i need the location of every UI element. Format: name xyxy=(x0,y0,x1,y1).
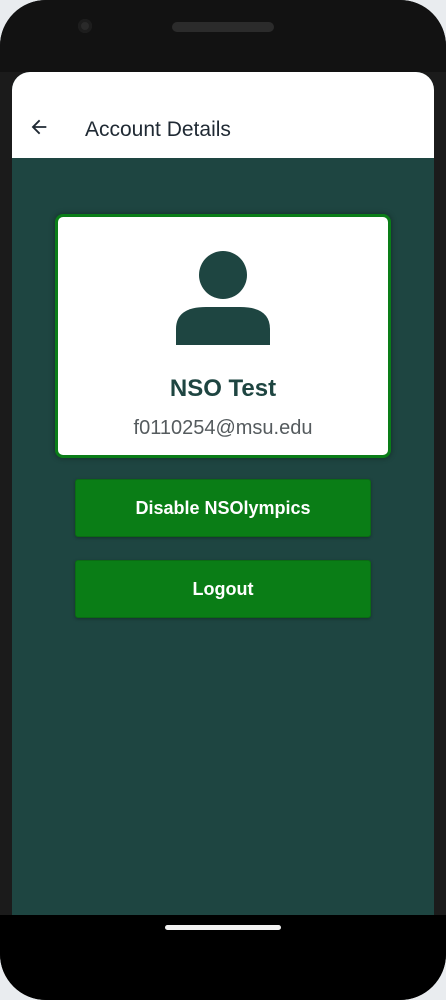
app-screen: Account Details NSO Test f0110254@msu.ed… xyxy=(12,72,434,915)
phone-frame: Account Details NSO Test f0110254@msu.ed… xyxy=(0,0,446,1000)
page-title: Account Details xyxy=(85,118,231,141)
front-camera xyxy=(78,19,92,33)
profile-name: NSO Test xyxy=(169,375,277,402)
earpiece-speaker xyxy=(172,22,274,32)
disable-nsolympics-label: Disable NSOlympics xyxy=(135,497,311,518)
disable-nsolympics-button[interactable]: Disable NSOlympics xyxy=(75,479,371,537)
person-icon xyxy=(176,251,270,345)
profile-card: NSO Test f0110254@msu.edu xyxy=(55,214,391,458)
profile-email: f0110254@msu.edu xyxy=(133,417,313,439)
home-indicator[interactable] xyxy=(165,925,281,930)
phone-top-bezel xyxy=(0,0,446,72)
logout-label: Logout xyxy=(192,578,254,599)
logout-button[interactable]: Logout xyxy=(75,560,371,618)
app-bar: Account Details xyxy=(12,72,434,158)
arrow-left-icon[interactable] xyxy=(28,116,50,138)
system-navigation-bar xyxy=(0,915,446,1000)
